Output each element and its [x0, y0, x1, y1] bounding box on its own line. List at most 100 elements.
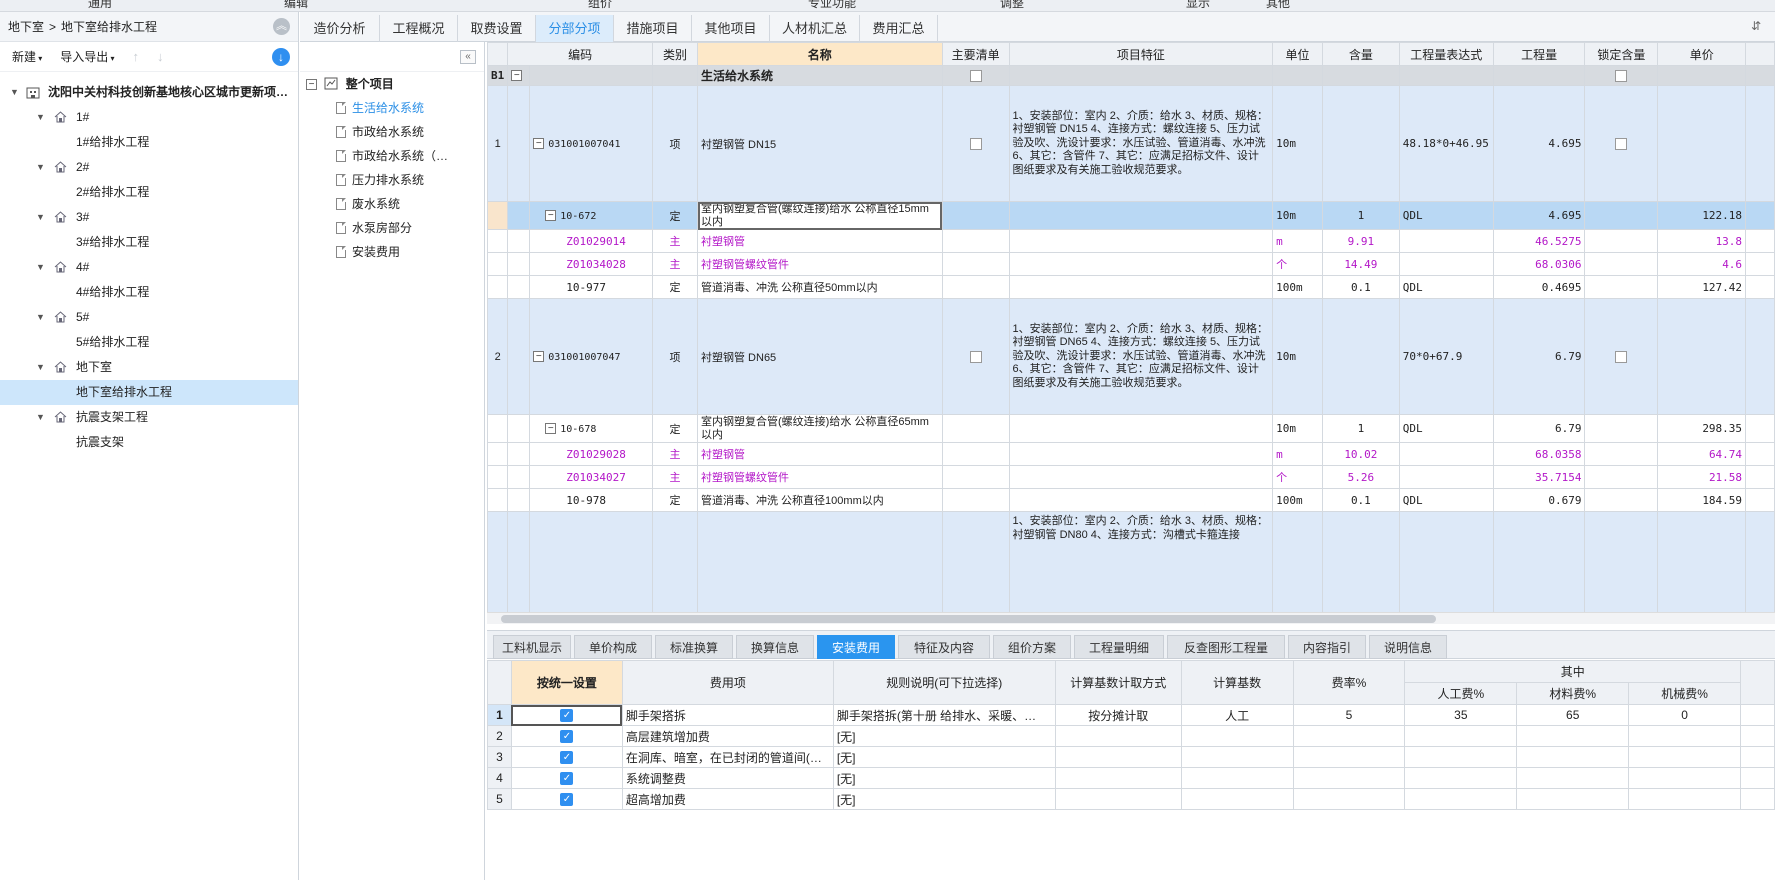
item-feature[interactable]: 1、安装部位：室内 2、介质：给水 3、材质、规格：衬塑钢管 DN80 4、连接… — [1008, 511, 1274, 612]
scrollbar-thumb[interactable] — [501, 615, 1436, 623]
tree-subitem[interactable]: 地下室给排水工程 — [0, 380, 298, 405]
expand-icon[interactable]: ▼ — [10, 80, 19, 105]
expand-icon[interactable]: ▼ — [36, 305, 45, 330]
expand-icon[interactable]: ▼ — [36, 205, 45, 230]
table-row[interactable]: Z01034027 主 衬塑钢管螺纹管件 个 5.26 35.7154 21.5… — [487, 465, 1775, 489]
unified-checkbox[interactable]: ✓ — [560, 793, 574, 807]
quota-price[interactable]: 298.35 — [1657, 414, 1747, 443]
expand-icon[interactable]: ▼ — [36, 255, 45, 280]
fee-rule[interactable]: [无] — [832, 767, 1056, 789]
main-list-checkbox[interactable] — [969, 350, 982, 363]
tab-other-items[interactable]: 其他项目 — [692, 15, 770, 42]
move-down-icon[interactable]: ↓ — [157, 49, 164, 64]
tab-fee-settings[interactable]: 取费设置 — [458, 15, 536, 42]
fee-rule[interactable]: [无] — [832, 725, 1056, 747]
item-qty-expr[interactable]: 70*0+67.9 — [1398, 298, 1494, 415]
col-header-rate[interactable]: 费率% — [1292, 660, 1406, 705]
btab-resources[interactable]: 工料机显示 — [493, 635, 571, 659]
table-row[interactable]: 2 ✓ 高层建筑增加费 [无] — [487, 725, 1775, 747]
unified-checkbox[interactable]: ✓ — [560, 772, 574, 786]
section-item[interactable]: 生活给水系统 — [336, 98, 424, 118]
tab-sub-items[interactable]: 分部分项 — [536, 15, 614, 42]
fee-rule[interactable]: [无] — [832, 746, 1056, 768]
fee-rule[interactable]: 脚手架搭拆(第十册 给排水、采暖、… — [832, 704, 1056, 726]
section-item[interactable]: 压力排水系统 — [336, 170, 424, 190]
item-feature[interactable]: 1、安装部位：室内 2、介质：给水 3、材质、规格：衬塑钢管 DN15 4、连接… — [1008, 85, 1274, 202]
section-root[interactable]: − 整个项目 — [306, 74, 394, 94]
horizontal-scrollbar[interactable] — [487, 612, 1775, 624]
collapse-icon[interactable]: − — [545, 210, 557, 222]
table-row[interactable]: 5 ✓ 超高增加费 [无] — [487, 788, 1775, 810]
main-list-checkbox[interactable] — [969, 137, 982, 150]
col-header-machine[interactable]: 机械费% — [1628, 682, 1741, 705]
fee-material[interactable]: 65 — [1516, 704, 1630, 726]
col-header-rule[interactable]: 规则说明(可下拉选择) — [832, 660, 1056, 705]
breadcrumb-root[interactable]: 地下室 — [8, 18, 44, 35]
table-row[interactable]: 1 −031001007041 项 衬塑钢管 DN15 1、安装部位：室内 2、… — [487, 85, 1775, 202]
ribbon-tab-other[interactable]: 其他 — [1266, 0, 1290, 11]
fee-machine[interactable]: 0 — [1628, 704, 1741, 726]
collapse-panel-icon[interactable]: ︽ — [273, 18, 290, 35]
tree-item[interactable]: ▼ 2# — [0, 155, 298, 180]
tree-item[interactable]: ▼ 地下室 — [0, 355, 298, 380]
tab-project-overview[interactable]: 工程概况 — [380, 15, 458, 42]
fee-labor[interactable]: 35 — [1404, 704, 1518, 726]
section-item[interactable]: 废水系统 — [336, 194, 400, 214]
col-header-qty[interactable]: 工程量 — [1492, 42, 1586, 66]
col-header-category[interactable]: 类别 — [652, 42, 698, 66]
quota-price[interactable]: 127.42 — [1657, 275, 1747, 299]
download-icon[interactable]: ↓ — [272, 48, 290, 66]
col-header-labor[interactable]: 人工费% — [1404, 682, 1518, 705]
ribbon-tab-general[interactable]: 通用 — [88, 0, 112, 11]
quota-ratio[interactable]: 0.1 — [1322, 488, 1400, 512]
col-header-fee-item[interactable]: 费用项 — [621, 660, 834, 705]
tree-subitem[interactable]: 2#给排水工程 — [0, 180, 298, 205]
quota-name[interactable]: 室内钢塑复合管(螺纹连接)给水 公称直径15mm以内 — [697, 201, 943, 230]
material-name[interactable]: 衬塑钢管 — [697, 229, 943, 253]
collapse-left-icon[interactable]: « — [460, 50, 476, 64]
table-row[interactable]: 1、安装部位：室内 2、介质：给水 3、材质、规格：衬塑钢管 DN80 4、连接… — [487, 511, 1775, 612]
table-row[interactable]: 2 −031001007047 项 衬塑钢管 DN65 1、安装部位：室内 2、… — [487, 298, 1775, 415]
fee-rate[interactable]: 5 — [1292, 704, 1406, 726]
collapse-icon[interactable]: − — [511, 70, 523, 82]
table-row[interactable]: 1 ✓ 脚手架搭拆 脚手架搭拆(第十册 给排水、采暖、… 按分摊计取 人工 5 … — [487, 704, 1775, 726]
item-name[interactable]: 衬塑钢管 DN65 — [697, 298, 943, 415]
tab-cost-summary[interactable]: 费用汇总 — [860, 15, 938, 42]
tree-subitem[interactable]: 5#给排水工程 — [0, 330, 298, 355]
btab-install-fee[interactable]: 安装费用 — [817, 635, 895, 659]
ribbon-tab-pricing[interactable]: 组价 — [588, 0, 612, 11]
quota-price[interactable]: 122.18 — [1657, 201, 1747, 230]
quota-name[interactable]: 管道消毒、冲洗 公称直径50mm以内 — [697, 275, 943, 299]
col-header-material[interactable]: 材料费% — [1516, 682, 1630, 705]
collapse-icon[interactable]: − — [545, 423, 557, 435]
main-list-checkbox[interactable] — [969, 69, 982, 82]
tree-subitem[interactable]: 1#给排水工程 — [0, 130, 298, 155]
unified-checkbox[interactable]: ✓ — [560, 730, 574, 744]
col-header-qty-expr[interactable]: 工程量表达式 — [1398, 42, 1494, 66]
material-name[interactable]: 衬塑钢管螺纹管件 — [697, 252, 943, 276]
expand-icon[interactable]: ▼ — [36, 105, 45, 130]
btab-content-guide[interactable]: 内容指引 — [1288, 635, 1366, 659]
group-row[interactable]: B1 − 生活给水系统 — [487, 65, 1775, 86]
section-item[interactable]: 市政给水系统（… — [336, 146, 448, 166]
tree-item[interactable]: ▼ 1# — [0, 105, 298, 130]
new-button[interactable]: 新建 ▾ — [12, 48, 42, 65]
col-header-lock[interactable]: 锁定含量 — [1584, 42, 1659, 66]
section-item[interactable]: 市政给水系统 — [336, 122, 424, 142]
quota-ratio[interactable]: 1 — [1322, 414, 1400, 443]
material-ratio[interactable]: 5.26 — [1322, 465, 1400, 489]
material-name[interactable]: 衬塑钢管 — [697, 442, 943, 466]
material-price[interactable]: 4.6 — [1657, 252, 1747, 276]
material-price[interactable]: 13.8 — [1657, 229, 1747, 253]
col-header-price[interactable]: 单价 — [1657, 42, 1747, 66]
quota-ratio[interactable]: 0.1 — [1322, 275, 1400, 299]
quota-name[interactable]: 室内钢塑复合管(螺纹连接)给水 公称直径65mm以内 — [697, 414, 943, 443]
tree-subitem[interactable]: 4#给排水工程 — [0, 280, 298, 305]
btab-features[interactable]: 特征及内容 — [898, 635, 990, 659]
col-header-unified[interactable]: 按统一设置 — [510, 660, 623, 705]
quota-qty-expr[interactable]: QDL — [1398, 201, 1494, 230]
material-name[interactable]: 衬塑钢管螺纹管件 — [697, 465, 943, 489]
import-export-button[interactable]: 导入导出 ▾ — [60, 48, 114, 65]
quota-qty-expr[interactable]: QDL — [1398, 275, 1494, 299]
table-row[interactable]: 10-977 定 管道消毒、冲洗 公称直径50mm以内 100m 0.1 QDL… — [487, 275, 1775, 299]
